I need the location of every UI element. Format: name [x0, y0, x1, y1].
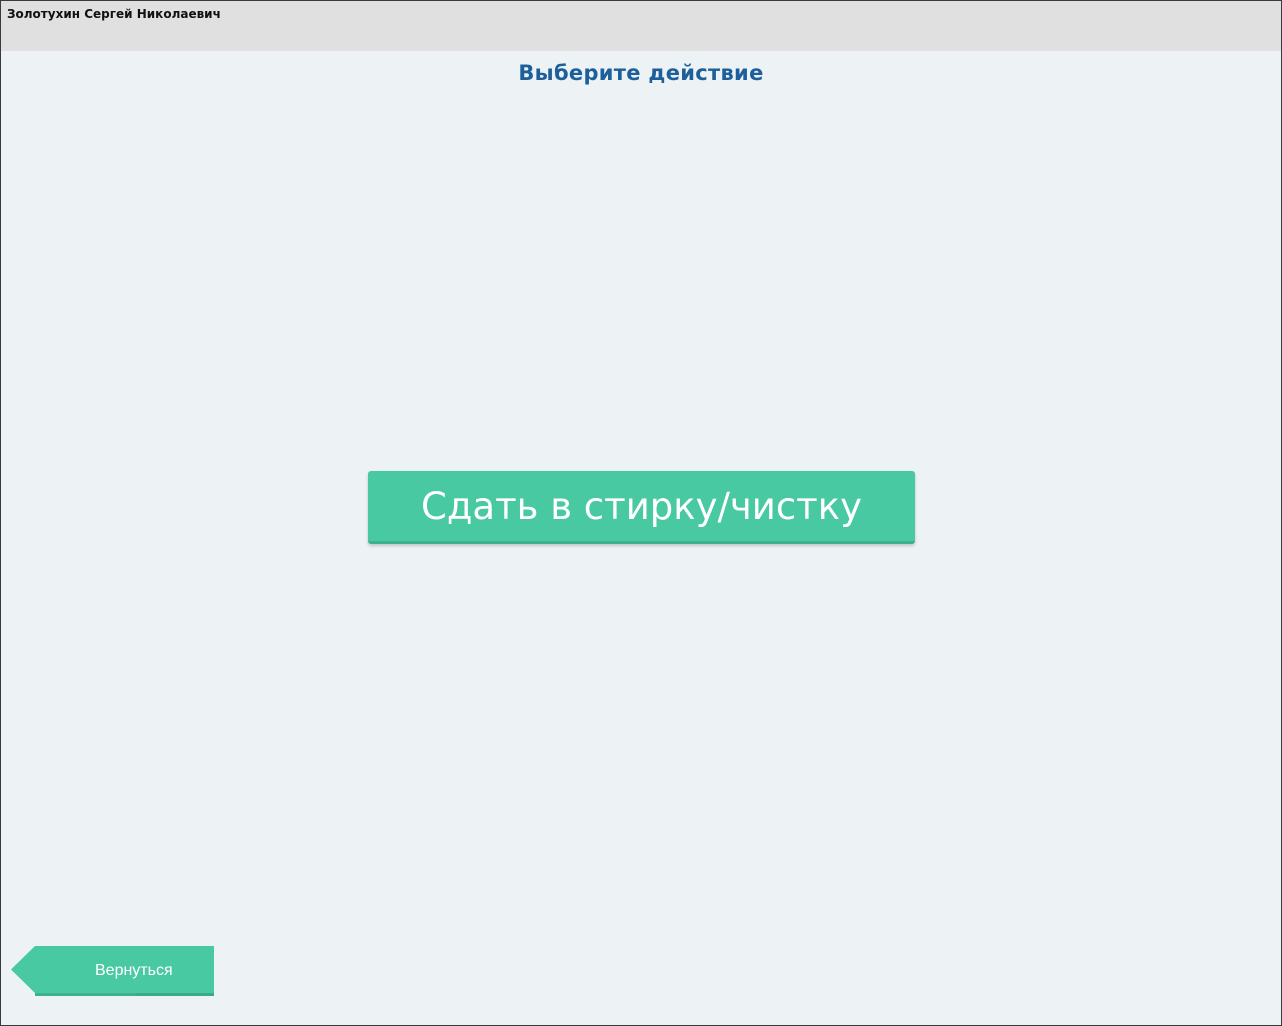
app-window: Золотухин Сергей Николаевич Выберите дей… [0, 0, 1282, 1026]
back-button-label: Вернуться [95, 962, 173, 979]
user-name: Золотухин Сергей Николаевич [7, 7, 221, 21]
top-bar: Золотухин Сергей Николаевич [1, 1, 1281, 51]
page-title: Выберите действие [518, 61, 764, 85]
back-button[interactable]: Вернуться [11, 946, 214, 996]
hand-in-laundry-button[interactable]: Сдать в стирку/чистку [368, 471, 915, 544]
